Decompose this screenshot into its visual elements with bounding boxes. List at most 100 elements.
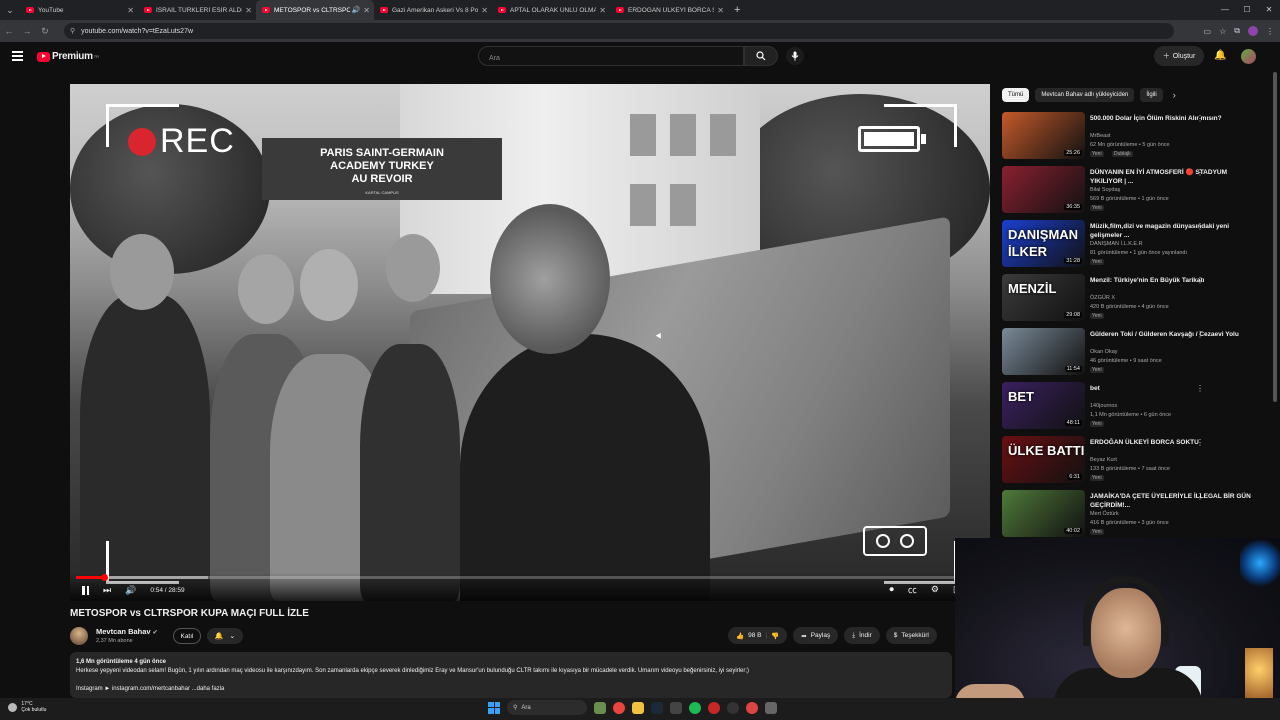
recommended-title[interactable]: bet (1090, 384, 1260, 393)
recommended-title[interactable]: JAMAİKA'DA ÇETE ÜYELERİYLE İLLEGAL BİR G… (1090, 492, 1260, 510)
extensions-icon[interactable]: ⧉ (1234, 26, 1240, 36)
video-thumbnail[interactable]: 25:26 (1002, 112, 1085, 159)
recommended-video[interactable]: 11:54 Gülderen Toki / Gülderen Kavşağı / … (1002, 328, 1270, 378)
maximize-icon[interactable]: ☐ (1236, 0, 1258, 20)
recommended-video[interactable]: MENZİL 29:08 Menzil: Türkiye'nin En Büyük … (1002, 274, 1270, 324)
recommended-video[interactable]: 40:02 JAMAİKA'DA ÇETE ÜYELERİYLE İLLEGAL … (1002, 490, 1270, 540)
chip-related[interactable]: İlgili (1140, 88, 1163, 102)
video-player[interactable]: PARIS SAINT-GERMAIN ACADEMY TURKEY AU RE… (70, 84, 990, 601)
recommended-title[interactable]: DÜNYANIN EN İYİ ATMOSFERİ 🔴 STADYUM YIKI… (1090, 168, 1260, 186)
download-button[interactable]: ⤓ İndir (844, 627, 880, 644)
recommended-video[interactable]: 25:26 500.000 Dolar İçin Ölüm Riskini Alı… (1002, 112, 1270, 162)
create-button[interactable]: ＋ Oluştur (1154, 46, 1204, 66)
browser-tab[interactable]: İSRAİL TÜRKLERİ ESİR ALDI - Yo✕ (138, 0, 256, 20)
audio-playing-icon[interactable]: 🔊 (352, 6, 361, 14)
recommended-channel[interactable]: ÖZGÜR X (1090, 295, 1115, 301)
video-thumbnail[interactable]: 40:02 (1002, 490, 1085, 537)
more-options-icon[interactable]: ⋮ (1196, 276, 1204, 285)
autoplay-toggle[interactable]: ⏺ (889, 584, 894, 595)
browser-tab[interactable]: YouTube ✕ (20, 0, 138, 20)
more-options-icon[interactable]: ⋮ (1196, 222, 1204, 231)
more-options-icon[interactable]: ⋮ (1196, 384, 1204, 393)
close-tab-icon[interactable]: ✕ (245, 6, 252, 15)
recommended-title[interactable]: Müzik,film,dizi ve magazin dünyasındaki … (1090, 222, 1260, 240)
volume-icon[interactable]: 🔊 (125, 585, 136, 596)
pause-button[interactable] (82, 586, 89, 595)
settings-icon[interactable] (765, 701, 777, 714)
taskbar-search[interactable]: ⚲ Ara (507, 700, 587, 715)
video-thumbnail[interactable]: 36:35 (1002, 166, 1085, 213)
site-info-icon[interactable]: ⚲ (70, 27, 75, 35)
new-tab-button[interactable]: + (734, 4, 740, 16)
account-avatar[interactable] (1241, 49, 1256, 64)
video-thumbnail[interactable]: ÜLKE BATTI 6:31 (1002, 436, 1085, 483)
steam-icon[interactable] (651, 701, 663, 714)
more-options-icon[interactable]: ⋮ (1196, 438, 1204, 447)
weather-widget[interactable]: 17°C Çok bulutlu (8, 701, 46, 713)
taskbar-app-icon[interactable] (746, 701, 758, 714)
recommended-channel[interactable]: Bilal Soydaş (1090, 187, 1120, 193)
recommended-channel[interactable]: Okan Okay (1090, 349, 1118, 355)
subscribed-bell-button[interactable]: 🔔 ⌄ (207, 628, 243, 644)
chip-from-uploader[interactable]: Mevtcan Bahav adlı yükleyiciden (1035, 88, 1135, 102)
chip-all[interactable]: Tümü (1002, 88, 1030, 102)
notifications-bell-icon[interactable]: 🔔 (1214, 50, 1226, 61)
video-thumbnail[interactable]: 11:54 (1002, 328, 1085, 375)
tab-list-icon[interactable]: ⌄ (0, 0, 20, 20)
forward-icon[interactable]: → (18, 26, 36, 36)
recommended-title[interactable]: 500.000 Dolar İçin Ölüm Riskini Alır mıs… (1090, 114, 1260, 123)
next-button[interactable]: ⏭ (103, 585, 111, 596)
description-more[interactable]: Instagram ► instagram.com/mertcanbahar .… (76, 685, 946, 694)
recommended-video[interactable]: ÜLKE BATTI 6:31 ERDOĞAN ÜLKEYİ BORCA SOKTU… (1002, 436, 1270, 486)
reload-icon[interactable]: ↻ (36, 26, 54, 37)
thumbs-down-icon[interactable]: 👎 (771, 632, 779, 640)
taskbar-app-icon[interactable] (670, 701, 682, 714)
subtitles-icon[interactable]: ㏄ (908, 583, 917, 596)
channel-name-link[interactable]: Mevtcan Bahav ✔ (96, 627, 158, 636)
video-thumbnail[interactable]: BET 48:11 (1002, 382, 1085, 429)
file-explorer-icon[interactable] (632, 701, 644, 714)
recommended-video[interactable]: BET 48:11 bet 140journos 1,1 Mn görüntüleme … (1002, 382, 1270, 432)
settings-gear-icon[interactable]: ⚙ (931, 584, 939, 595)
cast-icon[interactable]: ▭ (1204, 27, 1212, 36)
page-scrollbar[interactable] (1273, 72, 1277, 402)
like-button[interactable]: 👍 98 B | 👎 (728, 627, 788, 644)
search-button[interactable] (744, 46, 778, 66)
video-thumbnail[interactable]: MENZİL 29:08 (1002, 274, 1085, 321)
browser-tab[interactable]: METOSPOR vs CLTRSPOR K🔊✕ (256, 0, 374, 20)
voice-search-button[interactable] (786, 47, 804, 65)
progress-scrubber[interactable] (101, 574, 109, 581)
chrome-icon[interactable] (613, 701, 625, 714)
more-options-icon[interactable]: ⋮ (1196, 114, 1204, 123)
recommended-channel[interactable]: 140journos (1090, 403, 1117, 409)
close-tab-icon[interactable]: ✕ (481, 6, 488, 15)
windows-start-icon[interactable] (488, 701, 500, 714)
recommended-channel[interactable]: DANIŞMAN İ.L.K.E.R (1090, 241, 1143, 247)
recommended-channel[interactable]: MrBeast (1090, 133, 1110, 139)
profile-avatar[interactable] (1248, 26, 1258, 36)
youtube-premium-logo[interactable]: Premium TR (37, 51, 99, 62)
taskbar-app-icon[interactable] (594, 701, 606, 714)
browser-tab[interactable]: APTAL OLARAK ÜNLÜ OLMAK ✕ (492, 0, 610, 20)
close-tab-icon[interactable]: ✕ (363, 6, 370, 15)
description-box[interactable]: 1,6 Mn görüntüleme 4 gün önce Herkese ye… (70, 652, 952, 698)
search-input[interactable] (479, 49, 739, 68)
spotify-icon[interactable] (689, 701, 701, 714)
bookmark-star-icon[interactable]: ☆ (1219, 27, 1226, 36)
taskbar-app-icon[interactable] (727, 701, 739, 714)
close-tab-icon[interactable]: ✕ (599, 6, 606, 15)
thanks-button[interactable]: $ Teşekkürl (885, 627, 937, 644)
chevron-right-icon[interactable]: › (1173, 90, 1176, 100)
more-options-icon[interactable]: ⋮ (1196, 492, 1204, 501)
recommended-channel[interactable]: Mert Öztürk (1090, 511, 1119, 517)
recommended-title[interactable]: ERDOĞAN ÜLKEYİ BORCA SOKTU (1090, 438, 1260, 447)
recommended-title[interactable]: Menzil: Türkiye'nin En Büyük Tarikatı (1090, 276, 1260, 285)
close-tab-icon[interactable]: ✕ (717, 6, 724, 15)
more-options-icon[interactable]: ⋮ (1196, 330, 1204, 339)
recommended-title[interactable]: Gülderen Toki / Gülderen Kavşağı / Cezae… (1090, 330, 1260, 339)
join-button[interactable]: Katıl (173, 628, 201, 644)
recommended-video[interactable]: 36:35 DÜNYANIN EN İYİ ATMOSFERİ 🔴 STADYUM… (1002, 166, 1270, 216)
recommended-video[interactable]: DANIŞMAN İLKER 31:28 Müzik,film,dizi ve ma… (1002, 220, 1270, 270)
browser-tab[interactable]: Gazi Amerikan Askeri Vs 8 Poli ✕ (374, 0, 492, 20)
browser-menu-icon[interactable]: ⋮ (1266, 27, 1274, 36)
